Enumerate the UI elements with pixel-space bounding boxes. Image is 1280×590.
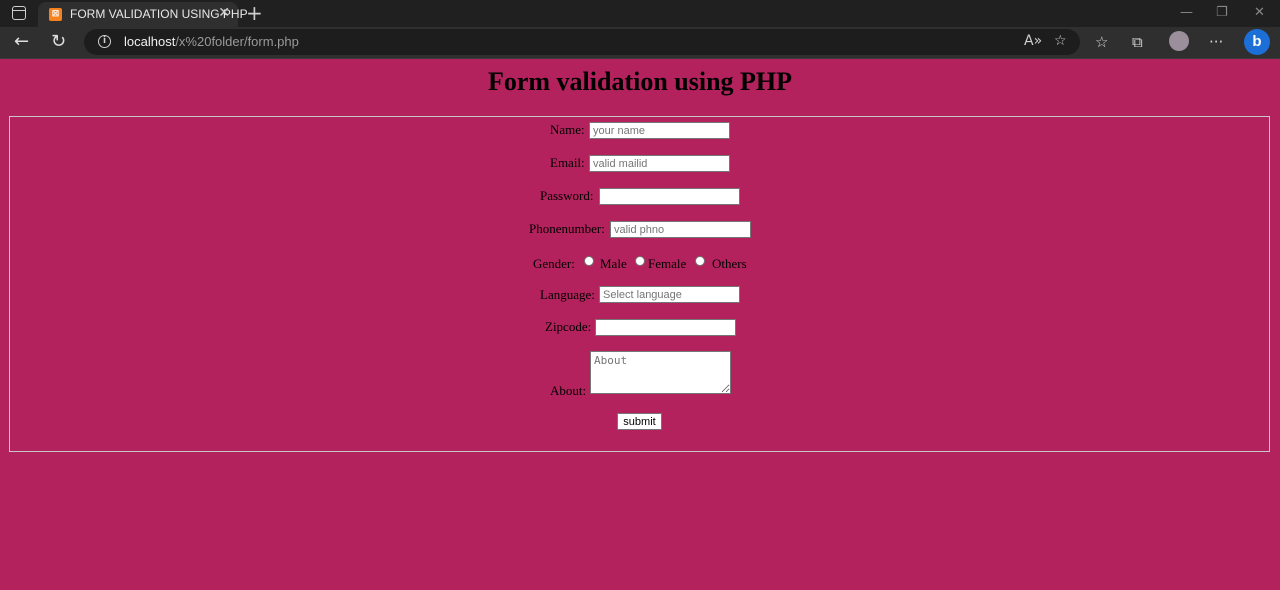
about-textarea[interactable] bbox=[590, 351, 731, 394]
language-input[interactable] bbox=[599, 286, 740, 303]
browser-tab[interactable]: ⊠ FORM VALIDATION USING PHP ✕ bbox=[38, 2, 248, 27]
xampp-favicon-icon: ⊠ bbox=[49, 8, 62, 21]
name-input[interactable] bbox=[589, 122, 730, 139]
browser-tab-bar: ⊠ FORM VALIDATION USING PHP ✕ + — ❐ ✕ bbox=[0, 0, 1280, 27]
gender-female-label: Female bbox=[648, 256, 687, 271]
browser-toolbar: ← ↻ i localhost/x%20folder/form.php A» ☆… bbox=[0, 27, 1280, 59]
phone-input[interactable] bbox=[610, 221, 751, 238]
about-label: About: bbox=[550, 383, 587, 398]
collections-icon[interactable]: ⧉ bbox=[1132, 33, 1143, 51]
email-input[interactable] bbox=[589, 155, 730, 172]
tab-close-icon[interactable]: ✕ bbox=[218, 5, 230, 21]
gender-male-label: Male bbox=[600, 256, 627, 271]
gender-label: Gender: bbox=[533, 256, 575, 271]
tab-actions-icon[interactable] bbox=[12, 6, 26, 20]
gender-female-radio[interactable] bbox=[635, 256, 645, 266]
password-input[interactable] bbox=[599, 188, 740, 205]
new-tab-icon[interactable]: + bbox=[246, 1, 263, 25]
add-favorite-icon[interactable]: ☆ bbox=[1054, 33, 1067, 49]
profile-avatar[interactable] bbox=[1169, 31, 1189, 51]
zipcode-label: Zipcode: bbox=[545, 319, 592, 334]
zipcode-input[interactable] bbox=[595, 319, 736, 336]
back-icon[interactable]: ← bbox=[14, 31, 29, 52]
name-label: Name: bbox=[550, 122, 585, 137]
email-label: Email: bbox=[550, 155, 585, 170]
refresh-icon[interactable]: ↻ bbox=[51, 31, 66, 52]
password-label: Password: bbox=[540, 188, 594, 203]
bing-icon[interactable]: b bbox=[1244, 29, 1270, 55]
gender-others-label: Others bbox=[712, 256, 747, 271]
minimize-icon[interactable]: — bbox=[1180, 5, 1193, 20]
language-label: Language: bbox=[540, 287, 595, 302]
address-bar[interactable]: i localhost/x%20folder/form.php A» ☆ bbox=[84, 29, 1080, 55]
gender-male-radio[interactable] bbox=[584, 256, 594, 266]
url-text[interactable]: localhost/x%20folder/form.php bbox=[124, 34, 299, 49]
submit-button[interactable]: submit bbox=[617, 413, 662, 430]
gender-others-radio[interactable] bbox=[695, 256, 705, 266]
favorites-icon[interactable]: ☆ bbox=[1095, 33, 1108, 51]
more-options-icon[interactable]: ··· bbox=[1209, 33, 1223, 51]
page-title: Form validation using PHP bbox=[487, 67, 793, 96]
restore-icon[interactable]: ❐ bbox=[1216, 5, 1228, 20]
window-close-icon[interactable]: ✕ bbox=[1254, 5, 1265, 20]
phone-label: Phonenumber: bbox=[529, 221, 605, 236]
info-icon[interactable]: i bbox=[98, 35, 111, 48]
read-aloud-icon[interactable]: A» bbox=[1024, 33, 1042, 49]
